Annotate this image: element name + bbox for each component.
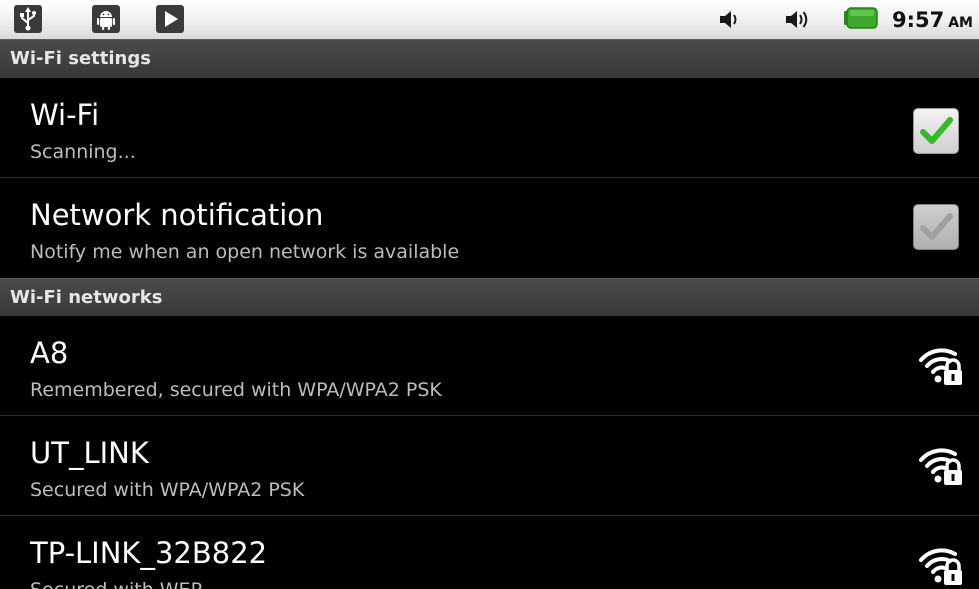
usb-icon [14,5,42,33]
network-ssid: TP-LINK_32B822 [30,536,268,570]
wifi-lock-icon [919,448,962,485]
network-row-ut-link[interactable]: UT_LINK Secured with WPA/WPA2 PSK [0,416,979,516]
section-header-wifi-networks: Wi-Fi networks [0,278,979,316]
volume-icon [715,5,743,33]
status-bar: 9:57 AM [0,0,979,39]
network-row-tp-link[interactable]: TP-LINK_32B822 Secured with WEP [0,516,979,589]
network-notification-checkbox[interactable] [913,204,959,250]
clock-time: 9:57 [891,8,945,32]
wifi-toggle-title: Wi-Fi [30,98,100,132]
battery-icon [843,5,879,33]
network-summary: Secured with WPA/WPA2 PSK [30,479,305,501]
network-ssid: A8 [30,336,69,370]
checkmark-icon [920,117,953,144]
network-notification-title: Network notification [30,198,324,232]
wifi-toggle-summary: Scanning... [30,141,136,163]
network-row-a8[interactable]: A8 Remembered, secured with WPA/WPA2 PSK [0,316,979,416]
play-store-icon [156,5,184,33]
wifi-lock-icon [919,548,962,585]
volume-icon [783,5,811,33]
clock-ampm: AM [948,15,973,31]
android-debug-icon [92,5,120,33]
clock: 9:57 AM [892,8,973,35]
section-header-label: Wi-Fi settings [10,48,151,69]
checkmark-icon [920,213,953,240]
network-summary: Secured with WEP [30,578,202,589]
section-header-wifi-settings: Wi-Fi settings [0,39,979,78]
network-ssid: UT_LINK [30,436,149,470]
network-notification-row[interactable]: Network notification Notify me when an o… [0,178,979,278]
network-notification-summary: Notify me when an open network is availa… [30,241,460,263]
wifi-lock-icon [919,348,962,385]
wifi-checkbox[interactable] [913,108,959,154]
section-header-label: Wi-Fi networks [10,287,163,308]
wifi-toggle-row[interactable]: Wi-Fi Scanning... [0,78,979,178]
network-summary: Remembered, secured with WPA/WPA2 PSK [30,379,442,401]
